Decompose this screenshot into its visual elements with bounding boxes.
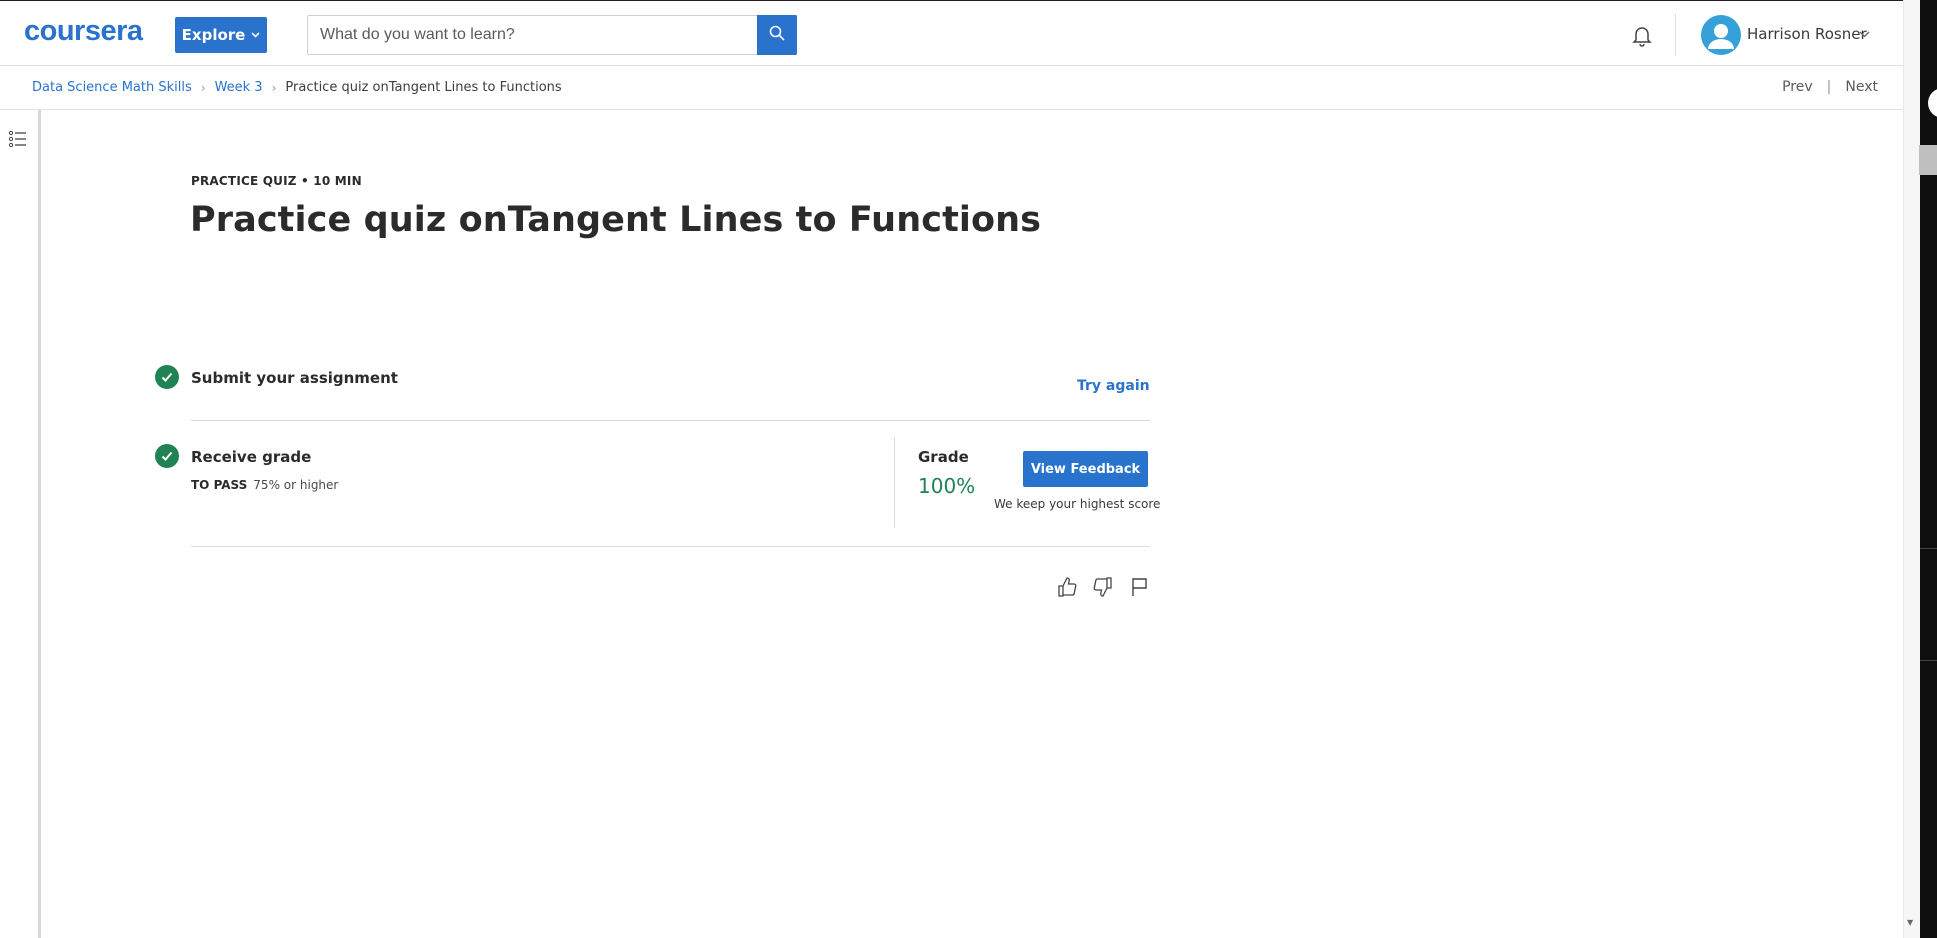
grade-label: Grade (918, 448, 969, 466)
view-feedback-button[interactable]: View Feedback (1023, 451, 1148, 487)
coursera-logo[interactable]: coursera (24, 15, 143, 48)
check-icon (155, 365, 179, 389)
top-navbar: coursera Explore Harrison Rosner (0, 0, 1920, 66)
chevron-right-icon: › (200, 80, 206, 95)
explore-label: Explore (181, 26, 246, 44)
flag-icon[interactable] (1126, 576, 1152, 598)
breadcrumb-current: Practice quiz onTangent Lines to Functio… (285, 80, 562, 95)
submit-step-title: Submit your assignment (191, 369, 398, 387)
receive-grade-title: Receive grade (191, 448, 312, 466)
breadcrumb-course[interactable]: Data Science Math Skills (32, 80, 192, 95)
quiz-kicker: PRACTICE QUIZ • 10 MIN (191, 174, 362, 188)
reaction-bar (1054, 576, 1152, 598)
pass-requirement: TO PASS 75% or higher (191, 478, 338, 492)
highest-score-note: We keep your highest score (994, 497, 1161, 511)
divider (191, 546, 1150, 547)
breadcrumb: Data Science Math Skills › Week 3 › Prac… (32, 80, 562, 95)
strip-line (1920, 660, 1937, 661)
page-scrollbar[interactable] (1903, 0, 1920, 938)
avatar-icon[interactable] (1701, 15, 1741, 55)
divider (191, 420, 1150, 421)
grade-divider (894, 438, 895, 528)
chevron-right-icon: › (271, 80, 277, 95)
breadcrumb-week[interactable]: Week 3 (215, 80, 263, 95)
explore-button[interactable]: Explore (175, 17, 267, 53)
bell-icon[interactable] (1630, 23, 1654, 47)
search-icon (769, 25, 785, 45)
thumbs-down-icon[interactable] (1090, 576, 1116, 598)
try-again-link[interactable]: Try again (1077, 378, 1150, 394)
next-link[interactable]: Next (1845, 79, 1878, 95)
to-pass-value: 75% or higher (253, 478, 339, 492)
course-outline-icon[interactable] (8, 129, 28, 149)
grade-value: 100% (918, 474, 976, 498)
side-panel-strip (1920, 0, 1937, 938)
course-outline-rail (0, 110, 41, 938)
chevron-down-icon (251, 30, 260, 41)
check-icon (155, 444, 179, 468)
page-title: Practice quiz onTangent Lines to Functio… (190, 200, 1042, 240)
strip-line (1920, 548, 1937, 549)
search-input[interactable] (318, 25, 797, 45)
search-button[interactable] (757, 15, 797, 55)
thumbs-up-icon[interactable] (1054, 576, 1080, 598)
user-name[interactable]: Harrison Rosner (1747, 25, 1867, 43)
prev-next-nav: Prev | Next (1782, 79, 1878, 95)
to-pass-label: TO PASS (191, 478, 248, 492)
nav-separator: | (1826, 79, 1832, 95)
header-divider (1675, 14, 1676, 56)
side-panel-button[interactable] (1928, 88, 1937, 118)
scroll-thumb[interactable] (1919, 145, 1937, 175)
scroll-down-arrow-icon[interactable]: ▼ (1907, 918, 1913, 927)
search-box (307, 15, 797, 55)
breadcrumb-bar: Data Science Math Skills › Week 3 › Prac… (0, 66, 1920, 110)
prev-link[interactable]: Prev (1782, 79, 1813, 95)
chevron-down-icon[interactable] (1859, 28, 1870, 41)
